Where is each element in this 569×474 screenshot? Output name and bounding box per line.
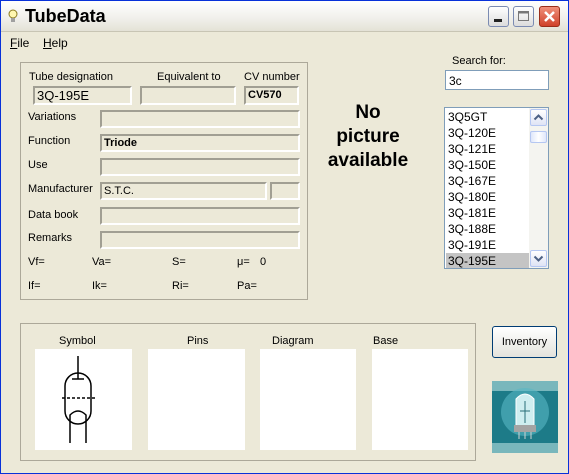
remarks-label: Remarks: [28, 232, 73, 244]
pins-label: Pins: [187, 335, 209, 347]
scroll-thumb[interactable]: [530, 131, 547, 143]
maximize-icon: [518, 11, 529, 21]
scroll-down-button[interactable]: [530, 250, 547, 267]
window-title: TubeData: [25, 6, 106, 26]
equivalent-header: Equivalent to: [157, 71, 221, 83]
picture-placeholder: No picture available: [327, 102, 409, 171]
results-list[interactable]: 3Q5GT 3Q-120E 3Q-121E 3Q-150E 3Q-167E 3Q…: [444, 107, 549, 269]
param-pa-label: Pa=: [237, 280, 257, 292]
variations-field[interactable]: [100, 110, 300, 128]
manufacturer-field[interactable]: S.T.C.: [100, 182, 267, 200]
menu-help[interactable]: Help: [43, 36, 68, 50]
function-field[interactable]: Triode: [100, 134, 300, 152]
list-item[interactable]: 3Q-150E: [446, 157, 529, 173]
search-input[interactable]: 3c: [445, 70, 549, 90]
list-item[interactable]: 3Q-181E: [446, 205, 529, 221]
symbol-panel: [35, 349, 132, 450]
symbol-label: Symbol: [59, 335, 96, 347]
minimize-icon: [494, 19, 502, 22]
app-window: TubeData File Help Tube designation Equi…: [0, 0, 569, 474]
designation-header: Tube designation: [29, 71, 113, 83]
remarks-field[interactable]: [100, 231, 300, 249]
base-panel: [372, 349, 468, 450]
variations-label: Variations: [28, 111, 77, 123]
maximize-button[interactable]: [513, 6, 534, 27]
scroll-up-button[interactable]: [530, 109, 547, 126]
equivalent-field[interactable]: [140, 86, 236, 105]
manufacturer-code-field[interactable]: [270, 182, 300, 200]
param-ik-label: Ik=: [92, 280, 107, 292]
minimize-button[interactable]: [488, 6, 509, 27]
scroll-down-icon: [533, 255, 544, 262]
list-item[interactable]: 3Q-191E: [446, 237, 529, 253]
list-item[interactable]: 3Q-167E: [446, 173, 529, 189]
databook-label: Data book: [28, 209, 79, 221]
databook-field[interactable]: [100, 207, 300, 225]
param-vf-label: Vf=: [28, 256, 45, 268]
diagram-label: Diagram: [272, 335, 314, 347]
param-ri-label: Ri=: [172, 280, 189, 292]
diagram-panel: [260, 349, 356, 450]
list-item[interactable]: 3Q-180E: [446, 189, 529, 205]
param-va-label: Va=: [92, 256, 112, 268]
use-field[interactable]: [100, 158, 300, 176]
param-if-label: If=: [28, 280, 41, 292]
list-item[interactable]: 3Q-188E: [446, 221, 529, 237]
menu-file[interactable]: File: [10, 36, 29, 50]
list-scrollbar[interactable]: [529, 108, 548, 268]
tube-logo-icon: [492, 381, 558, 453]
cv-header: CV number: [244, 71, 300, 83]
tube-logo: [492, 381, 558, 453]
menu-bar: File Help: [1, 31, 568, 53]
param-mu-label: μ=: [237, 256, 250, 268]
function-label: Function: [28, 135, 71, 147]
close-button[interactable]: [539, 6, 560, 27]
param-mu-value: 0: [260, 256, 267, 268]
triode-symbol-icon: [62, 356, 96, 443]
inventory-button[interactable]: Inventory: [492, 326, 557, 358]
base-label: Base: [373, 335, 399, 347]
param-s-label: S=: [172, 256, 186, 268]
close-icon: [544, 11, 555, 22]
list-item[interactable]: 3Q-121E: [446, 141, 529, 157]
list-item[interactable]: 3Q5GT: [446, 109, 529, 125]
list-item[interactable]: 3Q-120E: [446, 125, 529, 141]
pins-panel: [148, 349, 245, 450]
use-label: Use: [28, 159, 48, 171]
designation-field[interactable]: 3Q-195E: [33, 86, 132, 105]
search-label: Search for:: [452, 55, 506, 67]
lightbulb-icon: [8, 9, 18, 22]
list-item-selected[interactable]: 3Q-195E: [446, 253, 529, 268]
manufacturer-label: Manufacturer: [28, 183, 93, 195]
title-bar: TubeData: [1, 1, 568, 32]
cv-number-field[interactable]: CV570: [244, 86, 299, 105]
scroll-up-icon: [533, 114, 544, 121]
